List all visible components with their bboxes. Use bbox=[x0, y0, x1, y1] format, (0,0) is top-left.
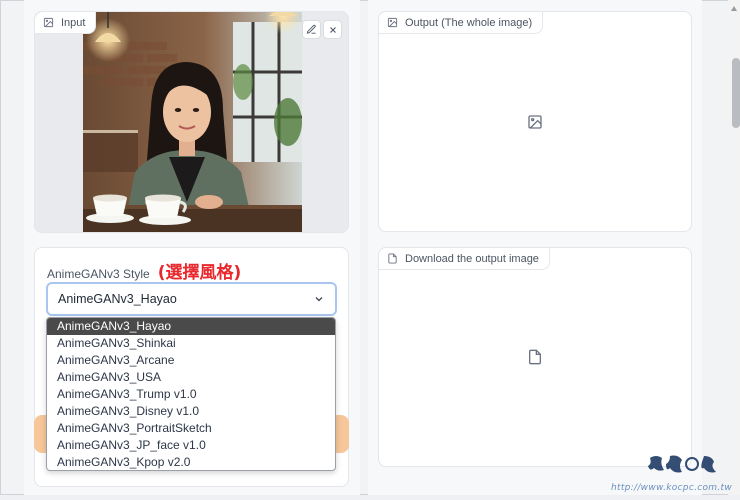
input-photo bbox=[83, 12, 302, 232]
style-option[interactable]: AnimeGANv3_Shinkai bbox=[47, 335, 335, 352]
output-label-tab: Output (The whole image) bbox=[379, 12, 544, 34]
style-dropdown[interactable]: AnimeGANv3_Hayao bbox=[46, 282, 337, 316]
style-option[interactable]: AnimeGANv3_Disney v1.0 bbox=[47, 403, 335, 420]
input-label-tab: Input bbox=[35, 12, 97, 34]
file-icon bbox=[387, 253, 398, 264]
watermark: http://www.kocpc.com.tw bbox=[611, 452, 740, 495]
style-annotation: (選擇風格) bbox=[157, 263, 242, 283]
pencil-icon bbox=[306, 24, 317, 35]
output-label-text: Output (The whole image) bbox=[405, 16, 533, 29]
download-label-tab: Download the output image bbox=[379, 248, 550, 270]
scrollbar-thumb[interactable] bbox=[732, 58, 740, 128]
chevron-down-icon bbox=[313, 293, 325, 305]
style-options-list: AnimeGANv3_Hayao AnimeGANv3_Shinkai Anim… bbox=[46, 317, 336, 471]
input-label-text: Input bbox=[61, 16, 86, 29]
image-icon bbox=[43, 17, 54, 28]
scroll-up-arrow-icon[interactable] bbox=[731, 6, 737, 11]
style-option[interactable]: AnimeGANv3_Kpop v2.0 bbox=[47, 454, 335, 470]
edit-image-button[interactable] bbox=[302, 20, 321, 39]
style-label: AnimeGANv3 Style bbox=[47, 267, 150, 281]
image-placeholder-icon bbox=[527, 114, 543, 130]
output-image-panel: Output (The whole image) bbox=[378, 11, 692, 232]
download-label-text: Download the output image bbox=[405, 252, 539, 265]
style-option[interactable]: AnimeGANv3_JP_face v1.0 bbox=[47, 437, 335, 454]
close-icon bbox=[328, 25, 338, 35]
style-selected-value: AnimeGANv3_Hayao bbox=[58, 292, 177, 306]
input-image-panel[interactable]: Input bbox=[34, 11, 349, 233]
image-icon bbox=[387, 17, 398, 28]
style-option[interactable]: AnimeGANv3_PortraitSketch bbox=[47, 420, 335, 437]
download-panel: Download the output image bbox=[378, 247, 692, 467]
clear-image-button[interactable] bbox=[323, 20, 342, 39]
file-placeholder-icon bbox=[527, 349, 543, 365]
watermark-url: http://www.kocpc.com.tw bbox=[611, 483, 732, 493]
style-option[interactable]: AnimeGANv3_Arcane bbox=[47, 352, 335, 369]
style-option[interactable]: AnimeGANv3_USA bbox=[47, 369, 335, 386]
style-option[interactable]: AnimeGANv3_Hayao bbox=[47, 318, 335, 335]
style-title: AnimeGANv3 Style (選擇風格) bbox=[47, 258, 241, 283]
style-option[interactable]: AnimeGANv3_Trump v1.0 bbox=[47, 386, 335, 403]
